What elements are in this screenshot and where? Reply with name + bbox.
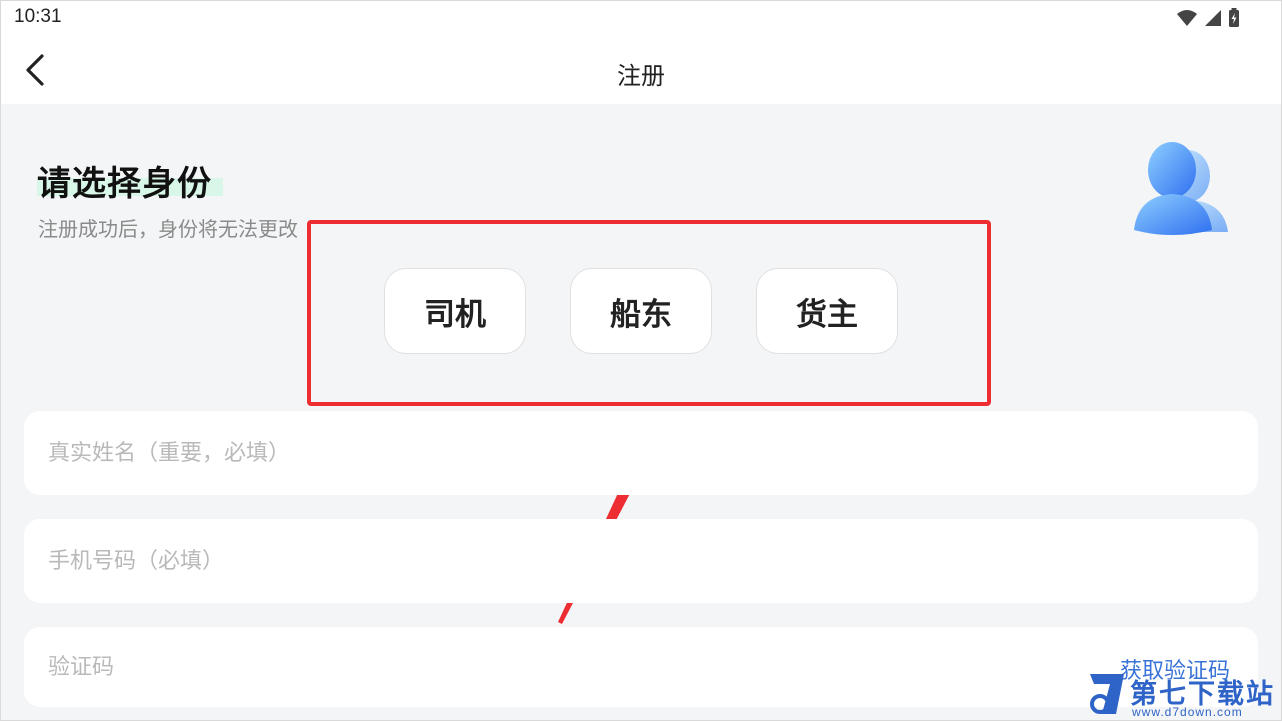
role-shipowner-button[interactable]: 船东	[570, 268, 712, 354]
page-title: 注册	[617, 62, 665, 90]
status-icons	[1176, 8, 1240, 28]
name-field	[24, 411, 1258, 495]
phone-input[interactable]	[48, 519, 1048, 603]
users-icon	[1134, 142, 1228, 235]
identity-heading-wrap: 请选择身份	[37, 156, 223, 205]
name-input[interactable]	[48, 411, 1048, 495]
screen-frame	[0, 0, 1282, 721]
nav-bar: 注册	[0, 36, 1282, 104]
watermark-url: www.d7down.com	[1132, 705, 1243, 719]
watermark: 第七下载站 www.d7down.com	[1086, 670, 1278, 720]
wifi-icon	[1177, 10, 1197, 26]
status-time: 10:31	[14, 6, 62, 27]
signal-icon	[1205, 10, 1221, 26]
code-field: 获取验证码	[24, 627, 1258, 707]
identity-subheading: 注册成功后，身份将无法更改	[38, 217, 298, 241]
status-bar: 10:31	[0, 0, 1282, 36]
identity-heading: 请选择身份	[37, 164, 212, 204]
role-driver-button[interactable]: 司机	[384, 268, 526, 354]
battery-icon	[1229, 8, 1239, 27]
role-cargo-owner-button[interactable]: 货主	[756, 268, 898, 354]
watermark-logo	[1090, 674, 1124, 714]
role-selector: 司机 船东 货主	[384, 268, 898, 354]
code-input[interactable]	[48, 627, 1048, 707]
phone-field	[24, 519, 1258, 603]
